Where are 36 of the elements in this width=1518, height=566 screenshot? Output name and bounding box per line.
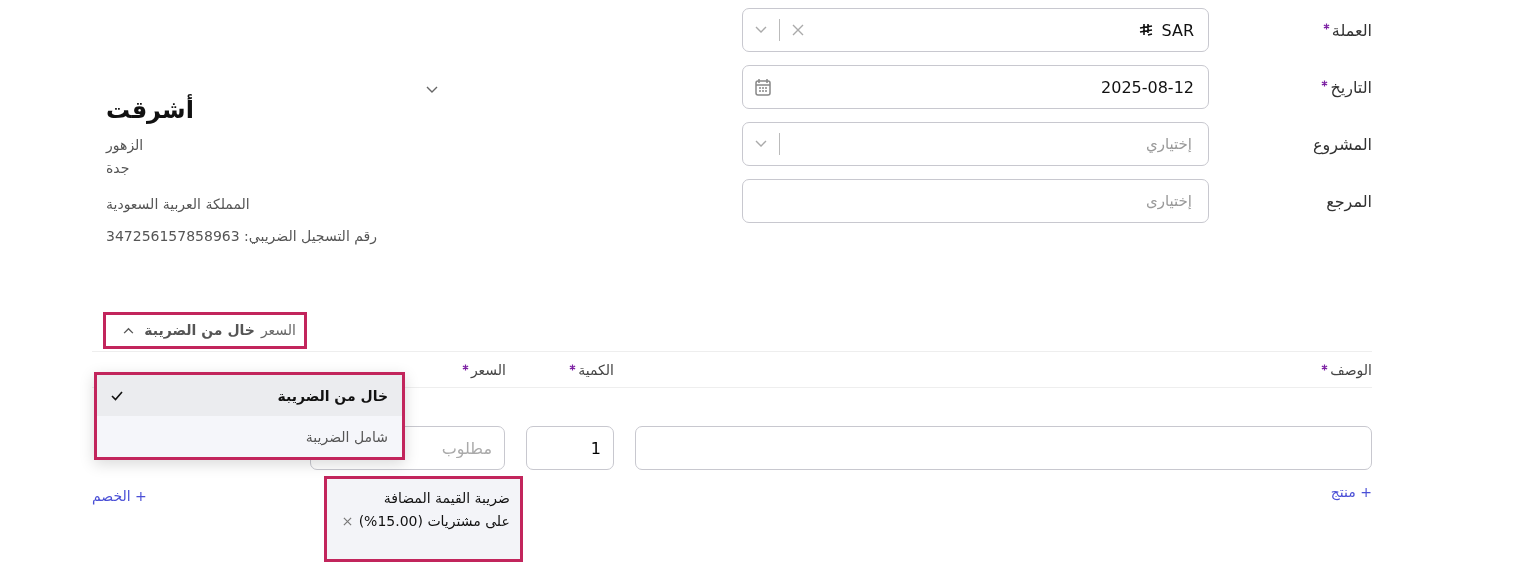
tax-number-text: رقم التسجيل الضريبي: 347256157858963 [106, 227, 377, 247]
required-icon [461, 364, 469, 371]
calendar-icon[interactable] [755, 78, 771, 96]
input-field[interactable]: إختيارى [742, 179, 1209, 223]
date-field[interactable]: 2025-08-12 [742, 65, 1209, 109]
menu-option[interactable]: خال من الضريبة [97, 375, 402, 416]
clear-icon[interactable] [792, 24, 804, 36]
field-label: المرجع [1325, 191, 1372, 211]
required-icon [1321, 79, 1329, 87]
check-icon [111, 390, 123, 401]
close-icon[interactable] [342, 517, 352, 526]
required-icon [569, 364, 577, 371]
chevron-down-icon[interactable] [426, 86, 438, 94]
column-header: الوصف [1321, 362, 1372, 378]
price-mode-toggle[interactable]: السعر خال من الضريبة [103, 312, 307, 349]
chevron-up-icon [123, 326, 135, 334]
column-header: السعر [461, 362, 506, 378]
required-icon [1322, 22, 1330, 30]
company-name: أشرقت [106, 96, 194, 124]
text-input[interactable]: إختياري [993, 134, 1194, 154]
add-product-link[interactable]: + منتج [1330, 484, 1372, 500]
field-label: المشروع [1312, 134, 1372, 154]
select-field[interactable]: إختياري [742, 122, 1209, 166]
column-header: الكمية [569, 362, 614, 378]
tax-label: ضريبة القيمة المضافة على مشتريات (15.00%) [357, 489, 510, 532]
address-line: جدة [106, 159, 130, 178]
text-input[interactable]: إختيارى [976, 191, 1194, 211]
address-line: الزهور [106, 136, 144, 156]
field-label: العملة [1209, 20, 1372, 40]
field-label: التاريخ [1209, 77, 1372, 97]
select-field[interactable]: SAR [742, 8, 1209, 52]
required-icon [1321, 364, 1329, 371]
add-discount-link[interactable]: + الخصم [92, 488, 147, 504]
quantity-field[interactable]: 1 [526, 426, 614, 470]
country-text: المملكة العربية السعودية [106, 195, 250, 215]
description-field[interactable] [635, 426, 1372, 470]
